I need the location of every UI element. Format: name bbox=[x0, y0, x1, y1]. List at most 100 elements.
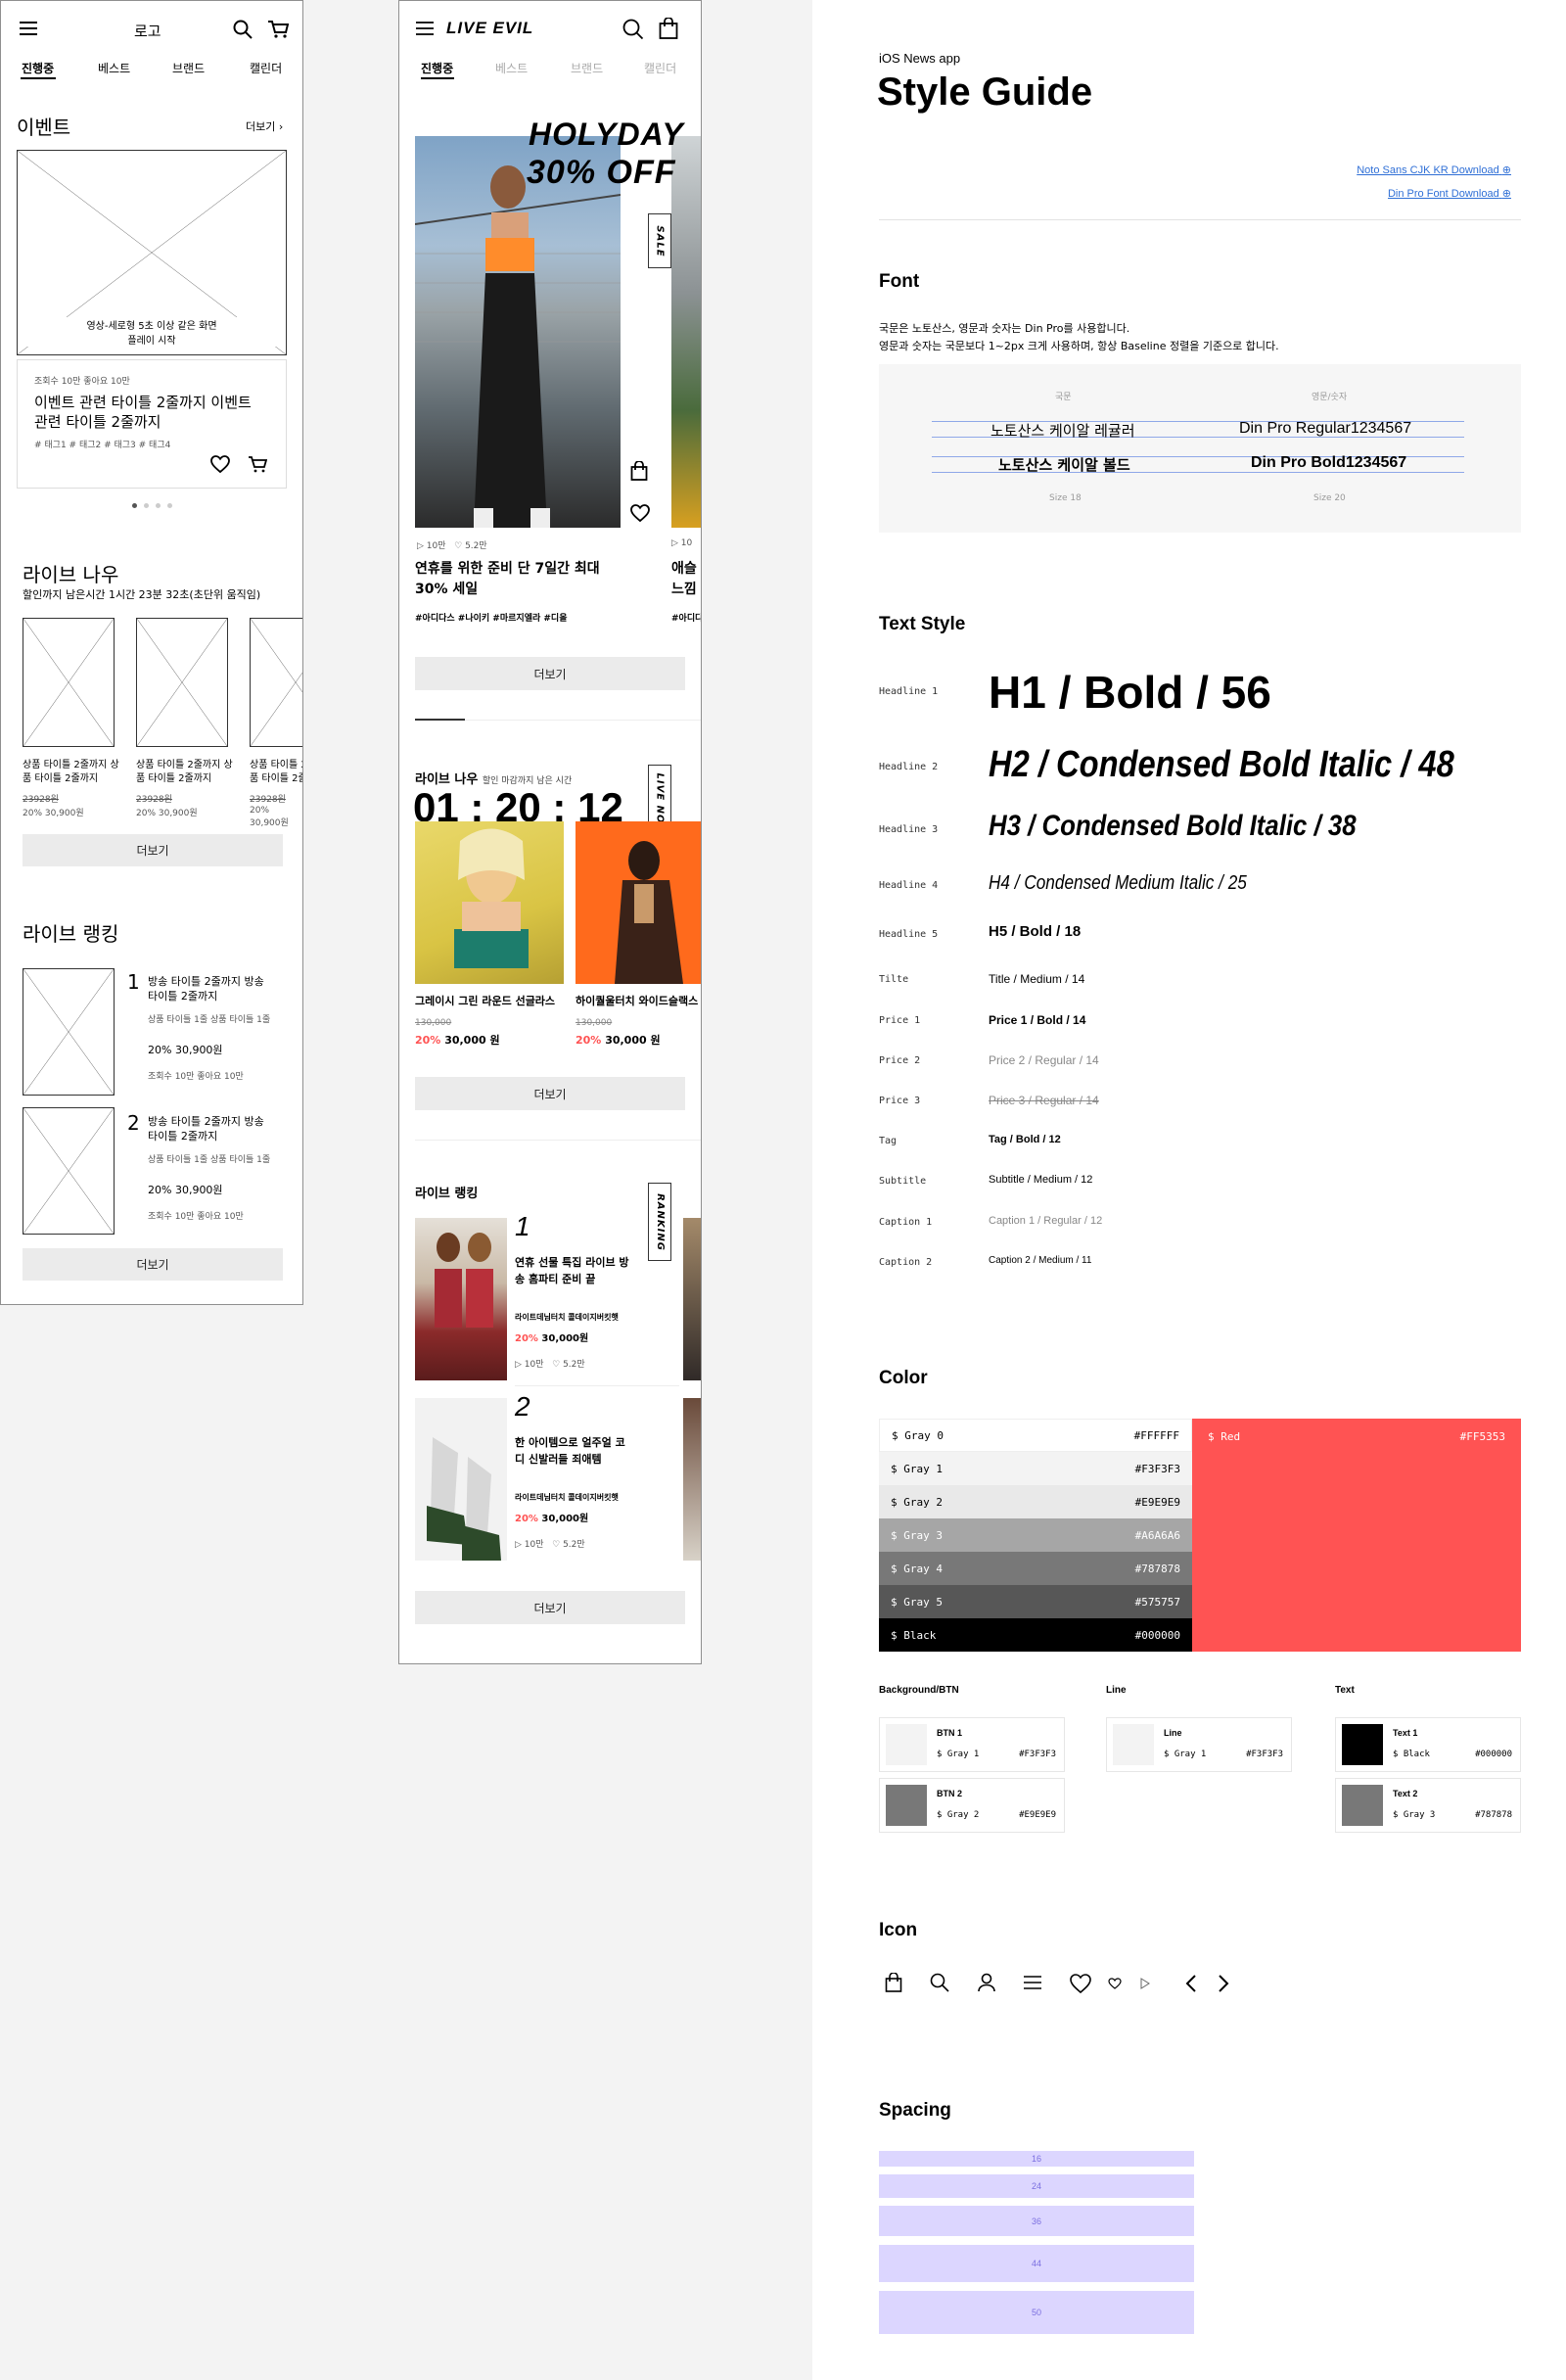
ranking-image[interactable] bbox=[415, 1398, 507, 1561]
text-style-sample-h2: H2 / Condensed Bold Italic / 48 bbox=[989, 744, 1454, 785]
product-image[interactable] bbox=[576, 821, 701, 984]
tab-ongoing[interactable]: 진행중 bbox=[421, 60, 453, 76]
event-more-label: 더보기 bbox=[246, 120, 276, 133]
logo: 로고 bbox=[134, 23, 161, 40]
hero-views: 10만 bbox=[426, 541, 446, 551]
search-icon[interactable] bbox=[622, 19, 644, 40]
tab-brand[interactable]: 브랜드 bbox=[571, 60, 603, 76]
menu-icon[interactable] bbox=[19, 21, 38, 36]
product-orig-price: 23928원 bbox=[250, 795, 286, 805]
divider bbox=[415, 719, 465, 721]
ranking-more-button[interactable]: 더보기 bbox=[415, 1591, 685, 1624]
ranking-title: 라이브 랭킹 bbox=[415, 1187, 479, 1201]
font-desc-2: 영문과 숫자는 국문보다 1~2px 크게 사용하며, 항상 Baseline … bbox=[879, 340, 1279, 352]
menu-icon[interactable] bbox=[415, 21, 435, 36]
text-style-label: Caption 1 bbox=[879, 1217, 933, 1228]
color-swatch bbox=[1113, 1724, 1154, 1765]
noto-download-link[interactable]: Noto Sans CJK KR Download ⊕ bbox=[1357, 163, 1511, 176]
hero-image[interactable] bbox=[415, 136, 621, 528]
chevron-right-icon: › bbox=[275, 120, 284, 133]
tab-underline bbox=[421, 77, 454, 79]
group-line-label: Line bbox=[1106, 1685, 1127, 1696]
din-download-label: Din Pro Font Download bbox=[1387, 188, 1499, 200]
text-style-label: Headline 3 bbox=[879, 824, 939, 835]
ranking-stats: 조회수 10만 좋아요 10만 bbox=[148, 1212, 244, 1222]
ranking-next-image[interactable] bbox=[683, 1218, 701, 1380]
text-style-sample-caption2: Caption 2 / Medium / 11 bbox=[989, 1255, 1092, 1266]
event-tags: # 태그1 # 태그2 # 태그3 # 태그4 bbox=[34, 441, 171, 450]
color-name: $ Red bbox=[1208, 1430, 1241, 1443]
ranking-next-image[interactable] bbox=[683, 1398, 701, 1561]
tab-calendar[interactable]: 캘린더 bbox=[250, 60, 282, 76]
text-style-sample-h5: H5 / Bold / 18 bbox=[989, 923, 1082, 940]
color-row-gray4: $ Gray 4 #787878 bbox=[879, 1552, 1192, 1585]
spacing-heading: Spacing bbox=[879, 2100, 951, 2121]
heart-small-icon bbox=[1108, 1978, 1122, 1989]
live-now-more-button[interactable]: 더보기 bbox=[415, 1077, 685, 1110]
heart-icon: ♡ bbox=[552, 1540, 561, 1550]
tab-ongoing[interactable]: 진행중 bbox=[22, 60, 54, 76]
product-image[interactable] bbox=[415, 821, 564, 984]
ranking-image[interactable] bbox=[415, 1218, 507, 1380]
bag-icon[interactable] bbox=[659, 18, 678, 39]
tab-brand[interactable]: 브랜드 bbox=[172, 60, 205, 76]
heart-icon[interactable] bbox=[210, 455, 230, 473]
tab-calendar[interactable]: 캘린더 bbox=[644, 60, 676, 76]
ranking-image-placeholder[interactable] bbox=[23, 968, 115, 1096]
heart-icon[interactable] bbox=[630, 504, 650, 522]
hero-tags: #아디다스 #나이키 #마르지엘라 #디올 bbox=[415, 614, 568, 624]
live-now-subtitle: 할인까지 남은시간 1시간 23분 32초(초단위 움직임) bbox=[23, 588, 261, 601]
product-price: 20% 30,900원 bbox=[136, 809, 198, 818]
live-now-more-button[interactable]: 더보기 bbox=[23, 834, 283, 866]
hero-more-button[interactable]: 더보기 bbox=[415, 657, 685, 690]
cart-icon[interactable] bbox=[267, 20, 289, 39]
chevron-left-icon bbox=[1184, 1974, 1198, 1993]
hero-next-image[interactable] bbox=[671, 136, 701, 528]
product-title: 상품 타이틀 2줄까지 상품 타이틀 2줄까지 bbox=[136, 760, 233, 784]
color-row-gray2: $ Gray 2 #E9E9E9 bbox=[879, 1485, 1192, 1518]
bag-icon[interactable] bbox=[630, 461, 648, 481]
next-play-icon: ▷ 10 bbox=[671, 538, 693, 548]
tab-best[interactable]: 베스트 bbox=[495, 60, 528, 76]
tab-best[interactable]: 베스트 bbox=[98, 60, 130, 76]
card-title: BTN 2 bbox=[937, 1789, 963, 1798]
ranking-likes: 5.2만 bbox=[563, 1540, 585, 1550]
search-icon[interactable] bbox=[233, 20, 253, 39]
ranking-number: 1 bbox=[515, 1211, 530, 1241]
heart-icon: ♡ bbox=[552, 1360, 561, 1370]
divider bbox=[465, 720, 701, 721]
search-icon bbox=[930, 1973, 949, 1992]
text-style-label: Caption 2 bbox=[879, 1257, 933, 1268]
text-style-sample-price3: Price 3 / Regular / 14 bbox=[989, 1094, 1099, 1107]
card-name: $ Black bbox=[1393, 1750, 1430, 1759]
live-ranking-more-button[interactable]: 더보기 bbox=[23, 1248, 283, 1281]
card-hex: #F3F3F3 bbox=[1019, 1750, 1056, 1759]
product-image-placeholder[interactable] bbox=[23, 618, 115, 747]
product-image-placeholder[interactable] bbox=[136, 618, 228, 747]
event-video-placeholder[interactable]: 영상-세로형 5초 이상 같은 화면 플레이 시작 bbox=[17, 150, 287, 355]
menu-icon bbox=[1023, 1975, 1042, 1990]
download-icon: ⊕ bbox=[1501, 164, 1511, 176]
font-en-bold: Din Pro Bold1234567 bbox=[1251, 454, 1407, 471]
font-size-ko: Size 18 bbox=[1049, 493, 1082, 503]
product-price: 20% 30,900원 bbox=[250, 806, 289, 828]
carousel-dot[interactable] bbox=[156, 503, 161, 508]
color-row-gray0: $ Gray 0 #FFFFFF bbox=[879, 1419, 1192, 1452]
carousel-dot[interactable] bbox=[167, 503, 172, 508]
carousel-dot[interactable] bbox=[144, 503, 149, 508]
text-style-label: Headline 4 bbox=[879, 880, 939, 891]
text-style-label: Headline 5 bbox=[879, 929, 939, 940]
din-download-link[interactable]: Din Pro Font Download ⊕ bbox=[1388, 187, 1511, 200]
carousel-dot-active[interactable] bbox=[132, 503, 137, 508]
event-more-link[interactable]: 더보기 › bbox=[246, 118, 283, 134]
style-guide-panel bbox=[812, 0, 1566, 2380]
ranking-image-placeholder[interactable] bbox=[23, 1107, 115, 1235]
cart-icon[interactable] bbox=[248, 455, 267, 473]
ranking-brand: 라이트데님터치 콜데이지버킷햇 bbox=[515, 1493, 619, 1502]
sale-tag: SALE bbox=[648, 213, 671, 268]
live-ranking-title: 라이브 랭킹 bbox=[23, 922, 119, 946]
product-image-placeholder[interactable] bbox=[250, 618, 302, 747]
text-style-label: Subtitle bbox=[879, 1176, 927, 1187]
card-hex: #000000 bbox=[1475, 1750, 1512, 1759]
color-card-text2: Text 2 $ Gray 3 #787878 bbox=[1335, 1778, 1521, 1833]
